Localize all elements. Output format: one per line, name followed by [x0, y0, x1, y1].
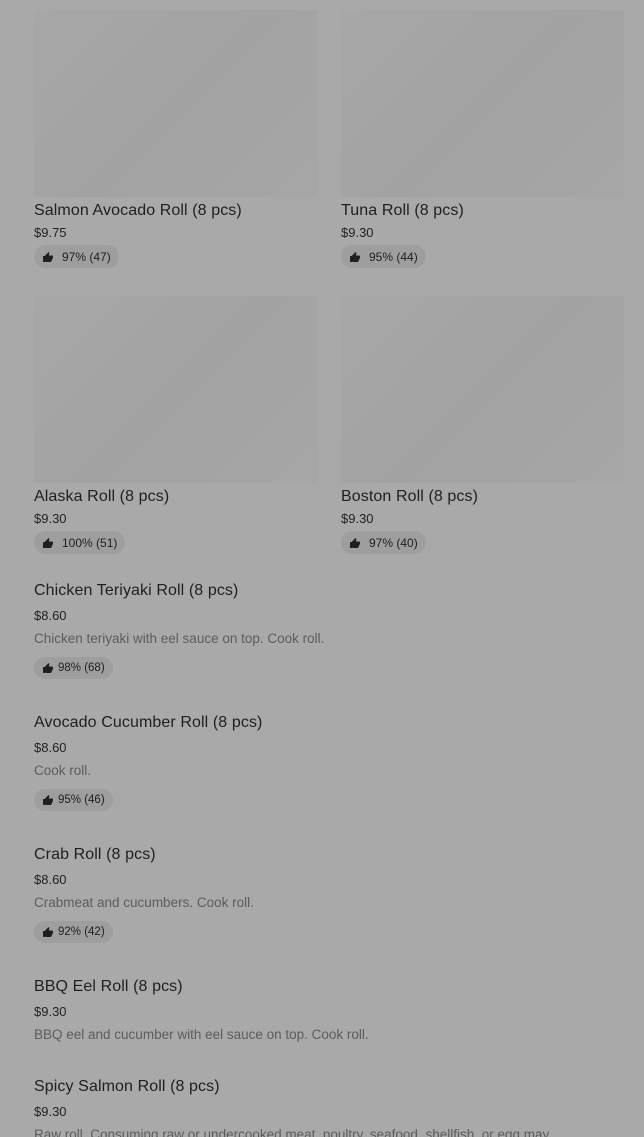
rating-badge: 95% (46): [34, 789, 113, 811]
rating-text: 92% (42): [58, 926, 105, 938]
item-price: $9.30: [34, 1004, 67, 1019]
item-price: $9.30: [34, 511, 67, 526]
rating-badge: 92% (42): [34, 921, 113, 943]
thumbs-up-icon: [43, 251, 53, 262]
item-image: [341, 296, 624, 483]
menu-list-item[interactable]: Crab Roll (8 pcs) $8.60 Crabmeat and cuc…: [34, 845, 614, 943]
item-image: [34, 10, 317, 197]
menu-item-card[interactable]: Alaska Roll (8 pcs) $9.30 100% (51): [34, 296, 317, 554]
rating-badge: 98% (68): [34, 657, 113, 679]
item-price: $9.30: [341, 225, 374, 240]
item-price: $9.75: [34, 225, 67, 240]
rating-text: 97% (40): [369, 535, 418, 550]
menu-list-item[interactable]: Avocado Cucumber Roll (8 pcs) $8.60 Cook…: [34, 713, 614, 811]
item-price: $8.60: [34, 608, 67, 623]
rating-text: 97% (47): [62, 249, 111, 264]
menu-item-card[interactable]: Salmon Avocado Roll (8 pcs) $9.75 97% (4…: [34, 10, 317, 268]
item-description: Crabmeat and cucumbers. Cook roll.: [34, 895, 254, 910]
thumbs-up-icon: [43, 795, 53, 805]
item-description: Raw roll. Consuming raw or undercooked m…: [34, 1127, 550, 1137]
item-name: Tuna Roll (8 pcs): [341, 202, 464, 219]
item-price: $8.60: [34, 872, 67, 887]
thumbs-up-icon: [43, 663, 53, 673]
menu-list-item[interactable]: BBQ Eel Roll (8 pcs) $9.30 BBQ eel and c…: [34, 977, 614, 1044]
item-name: Chicken Teriyaki Roll (8 pcs): [34, 582, 239, 599]
item-name: Boston Roll (8 pcs): [341, 488, 479, 505]
thumbs-up-icon: [350, 251, 360, 262]
item-description: BBQ eel and cucumber with eel sauce on t…: [34, 1027, 369, 1042]
menu-item-card[interactable]: Boston Roll (8 pcs) $9.30 97% (40): [341, 296, 624, 554]
thumbs-up-icon: [350, 537, 360, 548]
rating-badge: 97% (40): [341, 531, 426, 554]
rating-badge: 97% (47): [34, 245, 119, 268]
item-name: Salmon Avocado Roll (8 pcs): [34, 202, 242, 219]
item-price: $9.30: [341, 511, 374, 526]
menu-list-item[interactable]: Spicy Salmon Roll (8 pcs) $9.30 Raw roll…: [34, 1077, 614, 1137]
item-image: [34, 296, 317, 483]
item-name: Alaska Roll (8 pcs): [34, 488, 170, 505]
item-price: $9.30: [34, 1104, 67, 1119]
item-description: Chicken teriyaki with eel sauce on top. …: [34, 631, 325, 646]
rating-text: 95% (46): [58, 794, 105, 806]
rating-text: 100% (51): [62, 535, 118, 550]
item-name: Avocado Cucumber Roll (8 pcs): [34, 714, 263, 731]
thumbs-up-icon: [43, 537, 53, 548]
item-description: Cook roll.: [34, 763, 92, 778]
rating-badge: 100% (51): [34, 531, 126, 554]
item-name: Spicy Salmon Roll (8 pcs): [34, 1078, 220, 1095]
rating-text: 95% (44): [369, 249, 418, 264]
item-name: BBQ Eel Roll (8 pcs): [34, 978, 183, 995]
item-name: Crab Roll (8 pcs): [34, 846, 156, 863]
thumbs-up-icon: [43, 927, 53, 937]
item-image: [341, 10, 624, 197]
rating-text: 98% (68): [58, 662, 105, 674]
item-price: $8.60: [34, 740, 67, 755]
menu-item-card[interactable]: Tuna Roll (8 pcs) $9.30 95% (44): [341, 10, 624, 268]
rating-badge: 95% (44): [341, 245, 426, 268]
menu-list-item[interactable]: Chicken Teriyaki Roll (8 pcs) $8.60 Chic…: [34, 581, 614, 679]
